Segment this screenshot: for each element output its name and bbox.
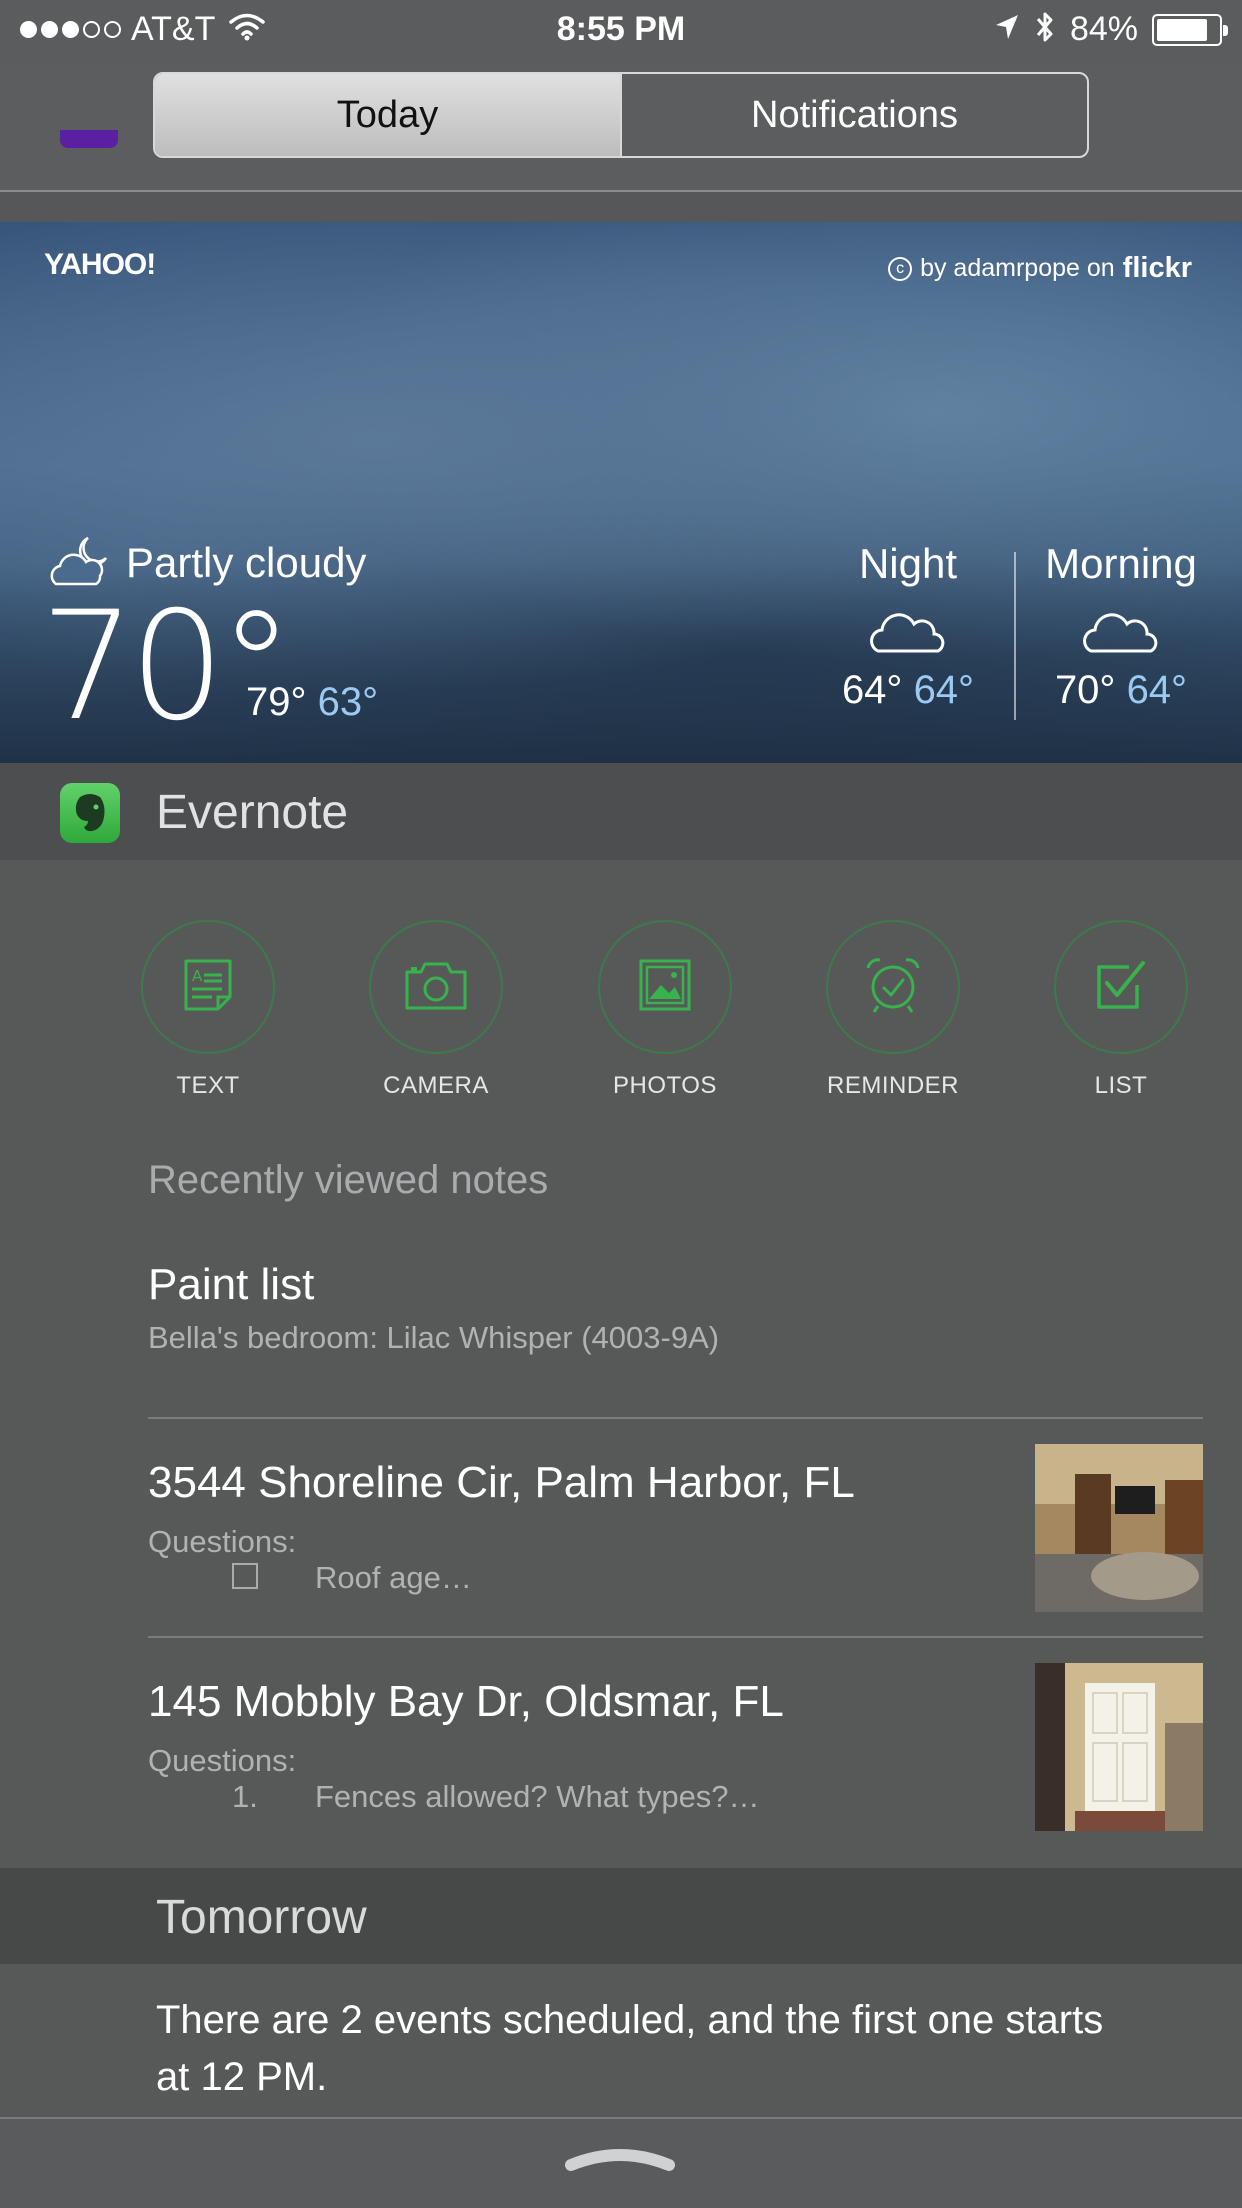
bottom-bar [0,2117,1242,2208]
checkbox-icon [1093,957,1149,1018]
evernote-app-icon [60,783,120,843]
tab-today[interactable]: Today [155,74,620,156]
today-low: 63° [317,680,379,724]
action-label: REMINDER [826,1072,959,1099]
action-label: PHOTOS [613,1072,717,1099]
svg-text:A: A [192,967,203,985]
action-label: TEXT [176,1072,240,1099]
note-item: Fences allowed? What types?… [315,1779,760,1814]
evernote-widget-body: A TEXT CAMERA PHOTOS REMINDER LIST Recen… [0,860,1242,1868]
recent-notes-heading: Recently viewed notes [148,1158,549,1202]
note-title[interactable]: 145 Mobbly Bay Dr, Oldsmar, FL [148,1677,784,1727]
forecast-morning: Morning 70° 64° [1031,540,1211,713]
action-circle [598,920,732,1054]
note-subtitle: Questions: [148,1743,297,1778]
close-handle-icon[interactable] [565,2143,675,2173]
alarm-clock-icon [862,954,924,1021]
forecast-label: Night [858,540,958,587]
cloud-icon [868,610,948,654]
yahoo-logo: YAHOO! [44,248,156,281]
action-circle: A [141,920,275,1054]
photos-icon [637,957,693,1018]
bluetooth-icon [1034,10,1056,49]
forecast-divider [1014,552,1016,720]
tab-notifications[interactable]: Notifications [620,74,1087,156]
forecast-high: 70° [1054,668,1116,712]
checkbox[interactable] [232,1563,258,1589]
widget-title: Evernote [156,786,349,839]
list-number: 1. [232,1779,258,1814]
view-switcher: Today Notifications [153,72,1089,158]
tomorrow-header: Tomorrow [0,1868,1242,1964]
text-note-icon: A [180,957,236,1018]
forecast-low: 64° [913,668,975,712]
header-area: Today Notifications [0,62,1242,192]
photo-credit-text: by adamrpope on [920,254,1115,282]
action-label: CAMERA [383,1072,489,1099]
yahoo-weather-app-icon [60,130,118,148]
action-circle [369,920,503,1054]
battery-icon [1152,13,1228,46]
forecast-high: 64° [841,668,903,712]
divider [148,1417,1203,1419]
action-camera[interactable]: CAMERA [336,920,536,1100]
forecast-temps: 64° 64° [818,668,998,713]
cloud-icon [1081,610,1161,654]
flickr-logo: flickr [1122,252,1192,284]
forecast-low: 64° [1126,668,1188,712]
action-circle [1054,920,1188,1054]
action-text[interactable]: A TEXT [108,920,308,1100]
forecast-label: Morning [1045,540,1197,587]
note-title[interactable]: Paint list [148,1260,314,1310]
forecast-temps: 70° 64° [1031,668,1211,713]
camera-icon [403,958,469,1017]
tomorrow-summary: There are 2 events scheduled, and the fi… [0,1964,1242,2119]
action-reminder[interactable]: REMINDER [793,920,993,1100]
note-title[interactable]: 3544 Shoreline Cir, Palm Harbor, FL [148,1458,855,1508]
today-high: 79° [246,680,307,724]
status-bar: AT&T 8:55 PM 84% [0,0,1242,62]
copyright-icon: c [888,256,913,281]
note-subtitle: Questions: [148,1524,297,1559]
action-photos[interactable]: PHOTOS [565,920,765,1100]
note-snippet: Bella's bedroom: Lilac Whisper (4003-9A) [148,1320,720,1355]
divider [148,1636,1203,1638]
action-label: LIST [1094,1072,1148,1099]
forecast-night: Night 64° 64° [818,540,998,713]
today-high-low: 79° 63° [246,680,378,725]
location-arrow-icon [994,13,1020,46]
action-list[interactable]: LIST [1021,920,1221,1100]
note-thumbnail[interactable] [1035,1444,1203,1612]
battery-level [1157,18,1208,41]
note-thumbnail[interactable] [1035,1663,1203,1831]
status-right: 84% [994,10,1228,49]
divider [0,190,1242,192]
battery-percent: 84% [1069,10,1138,48]
section-title: Tomorrow [156,1891,367,1944]
action-circle [826,920,960,1054]
photo-credit[interactable]: c by adamrpope on flickr [888,252,1192,285]
note-item: Roof age… [315,1560,472,1595]
evernote-widget-header[interactable]: Evernote [0,763,1242,860]
weather-widget[interactable]: YAHOO! c by adamrpope on flickr Partly c… [0,222,1242,763]
tomorrow-summary-text: There are 2 events scheduled, and the fi… [156,1998,1104,2099]
